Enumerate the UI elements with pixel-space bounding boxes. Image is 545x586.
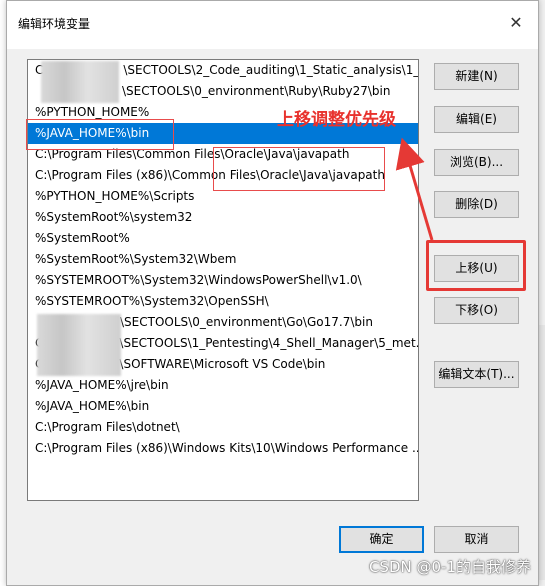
row-text: %SYSTEMROOT%\System32\OpenSSH\ <box>35 294 269 308</box>
row-text: %SYSTEMROOT%\System32\WindowsPowerShell\… <box>35 273 362 287</box>
list-item[interactable]: C:\Program Files\dotnet\ <box>28 417 418 438</box>
edit-text-button[interactable]: 编辑文本(T)... <box>434 361 519 388</box>
row-text: \SECTOOLS\2_Code_auditing\1_Static_analy… <box>123 63 418 77</box>
redaction-blur <box>37 314 121 376</box>
new-button[interactable]: 新建(N) <box>434 63 519 90</box>
list-item[interactable]: %JAVA_HOME%\bin <box>28 396 418 417</box>
row-text: \SECTOOLS\0_environment\Ruby\Ruby27\bin <box>122 84 391 98</box>
row-text: C:\Program Files\dotnet\ <box>35 420 180 434</box>
list-item[interactable]: %SYSTEMROOT%\System32\OpenSSH\ <box>28 291 418 312</box>
row-text: \SOFTWARE\Microsoft VS Code\bin <box>119 357 326 371</box>
row-text: %JAVA_HOME%\bin <box>35 399 150 413</box>
move-down-button[interactable]: 下移(O) <box>434 297 519 324</box>
row-text: \SECTOOLS\0_environment\Go\Go17.7\bin <box>120 315 373 329</box>
row-text: %PYTHON_HOME%\Scripts <box>35 189 195 203</box>
ok-button[interactable]: 确定 <box>339 526 424 553</box>
annotation-box-move-up <box>426 240 526 291</box>
list-item[interactable]: %SystemRoot%\system32 <box>28 207 418 228</box>
browse-button[interactable]: 浏览(B)... <box>434 149 519 176</box>
redaction-blur <box>41 61 119 103</box>
cancel-button[interactable]: 取消 <box>434 526 519 553</box>
delete-button[interactable]: 删除(D) <box>434 191 519 218</box>
list-item[interactable]: %JAVA_HOME%\jre\bin <box>28 375 418 396</box>
row-text: C:\Program Files (x86)\Windows Kits\10\W… <box>35 441 418 455</box>
row-text: \SECTOOLS\1_Pentesting\4_Shell_Manager\5… <box>119 336 418 350</box>
close-icon[interactable]: ✕ <box>504 11 528 35</box>
row-text: %JAVA_HOME%\jre\bin <box>35 378 169 392</box>
row-text: %SystemRoot% <box>35 231 130 245</box>
list-item[interactable]: C:\Program Files (x86)\Windows Kits\10\W… <box>28 438 418 459</box>
list-item[interactable]: %SystemRoot% <box>28 228 418 249</box>
row-text: %PYTHON_HOME% <box>35 105 150 119</box>
list-item[interactable]: %SYSTEMROOT%\System32\WindowsPowerShell\… <box>28 270 418 291</box>
annotation-box-java-home <box>26 119 174 150</box>
edit-env-var-dialog: 编辑环境变量 ✕ C \SECTOOLS\2_Code_auditing\1_St… <box>6 0 539 586</box>
row-text: %SystemRoot%\system32 <box>35 210 193 224</box>
annotation-box-oracle-path <box>213 147 385 191</box>
dialog-title: 编辑环境变量 <box>18 17 91 31</box>
title-bar: 编辑环境变量 ✕ <box>7 1 538 49</box>
watermark: CSDN @0-1的自我修养 <box>368 558 531 576</box>
row-text: %SystemRoot%\System32\Wbem <box>35 252 237 266</box>
annotation-label: 上移调整优先级 <box>277 110 396 130</box>
list-item[interactable]: %SystemRoot%\System32\Wbem <box>28 249 418 270</box>
edit-button[interactable]: 编辑(E) <box>434 106 519 133</box>
